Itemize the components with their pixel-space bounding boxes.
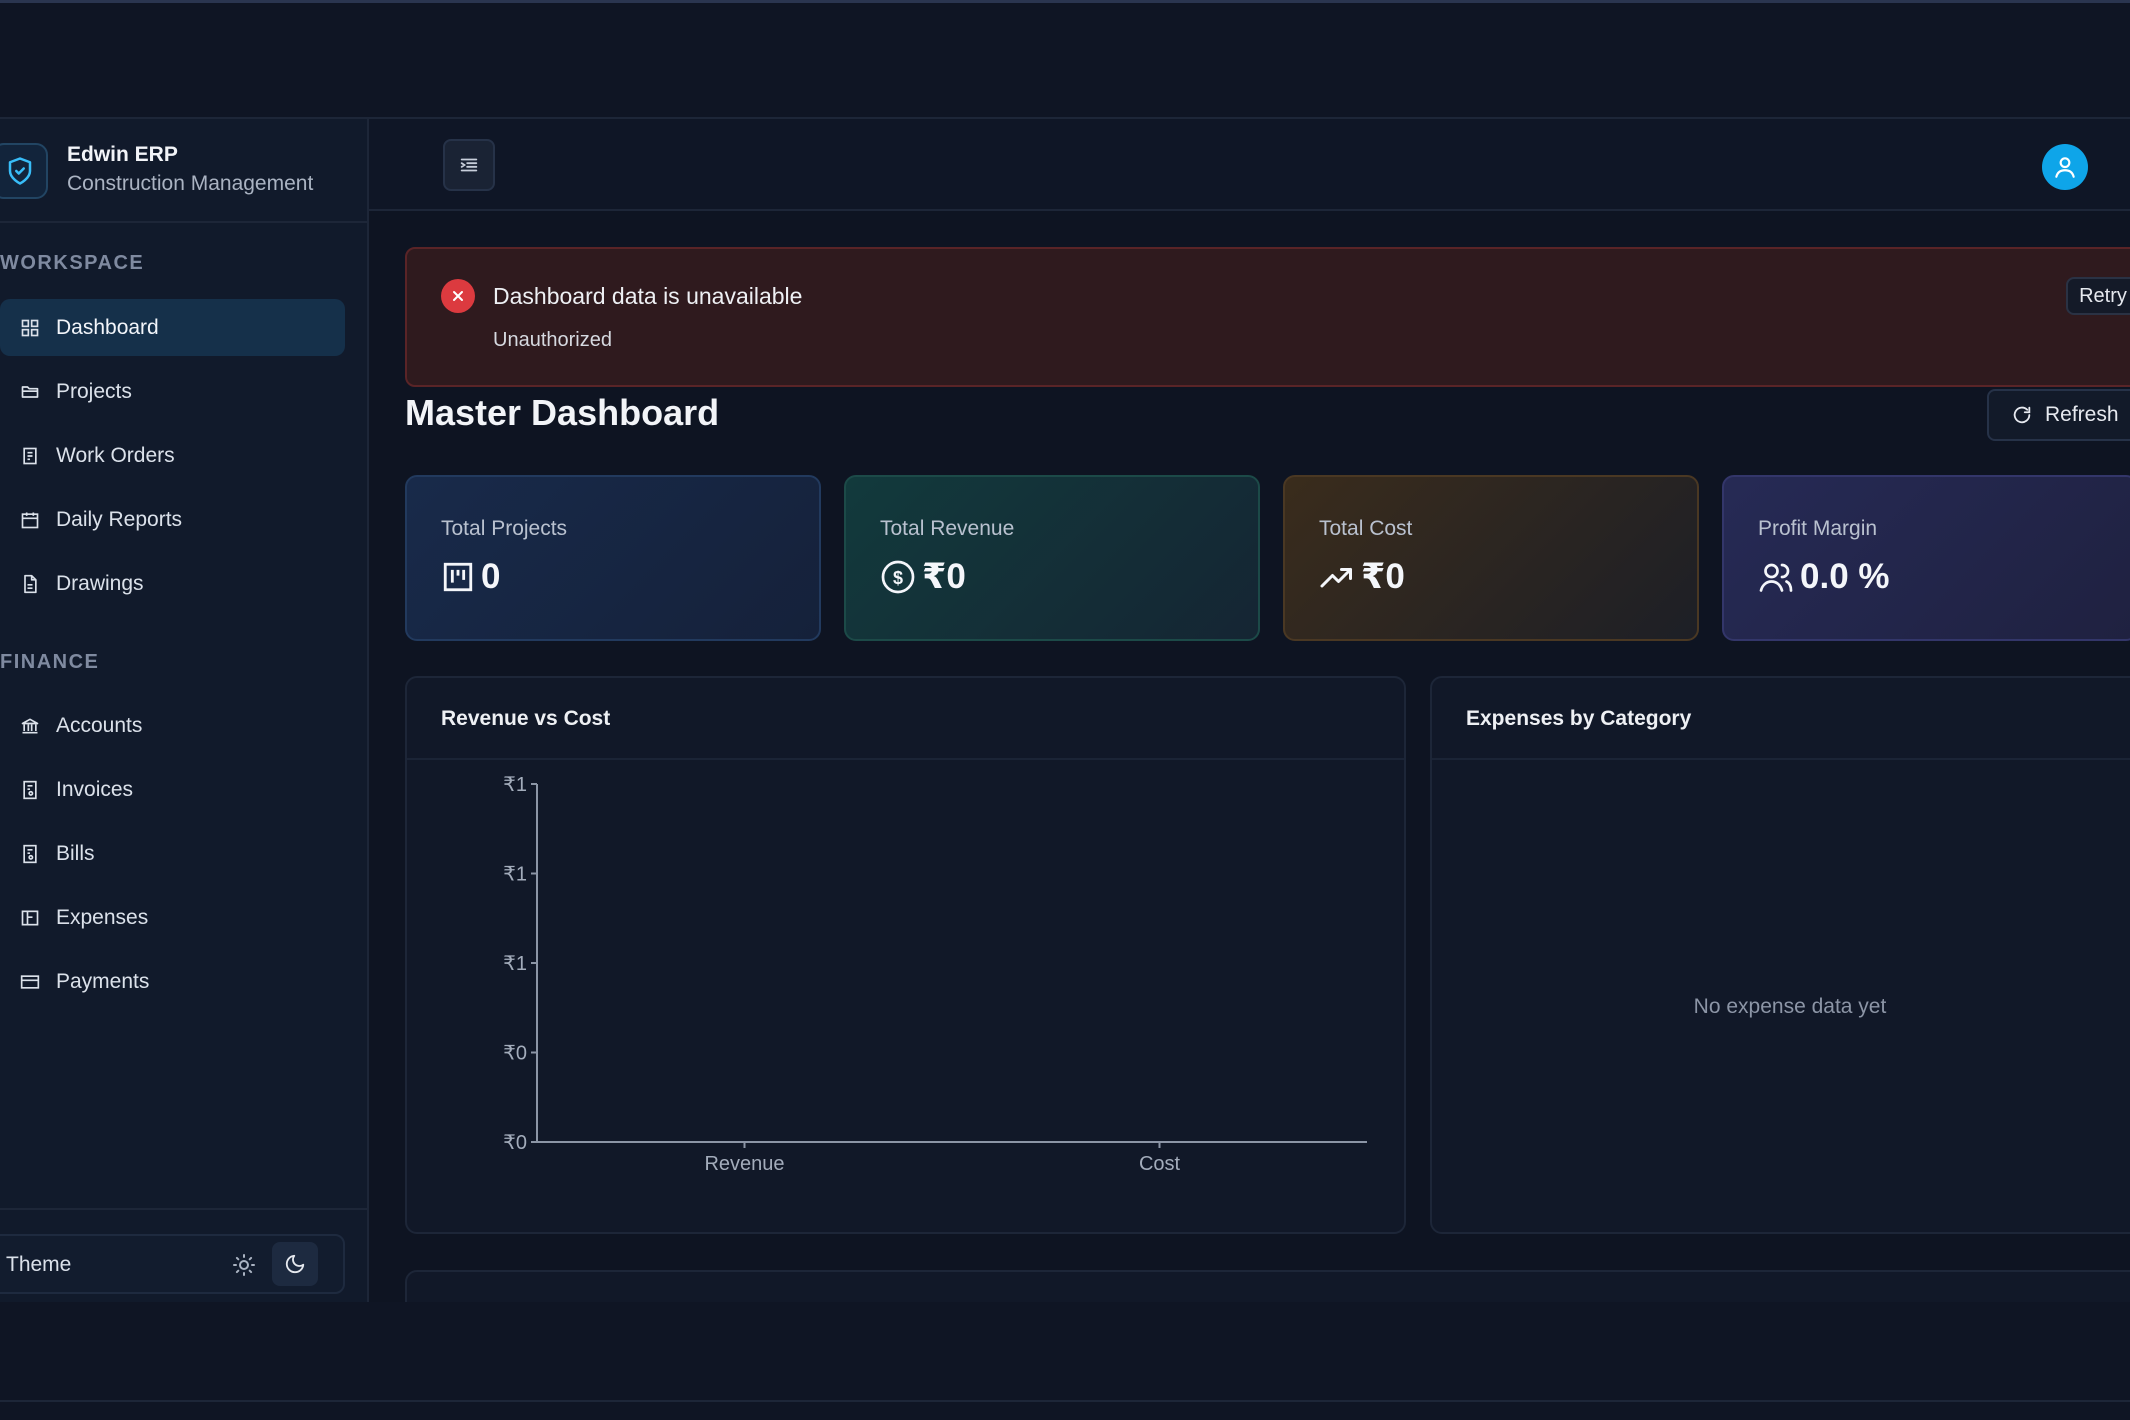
brand: Edwin ERP Construction Management: [0, 119, 367, 223]
brand-title: Edwin ERP: [67, 143, 178, 166]
alert-title: Dashboard data is unavailable: [493, 283, 803, 309]
receipt-icon: [23, 780, 37, 799]
card-icon: [20, 974, 40, 989]
dollar-circle-icon: $: [881, 560, 915, 594]
sidebar-item-label: Drawings: [56, 571, 144, 595]
retry-button[interactable]: Retry: [2066, 277, 2130, 315]
y-tick-label: ₹1: [503, 953, 527, 975]
bank-icon: [21, 718, 39, 733]
sidebar-item-label: Work Orders: [56, 443, 175, 467]
menu-collapse-icon: [460, 158, 478, 172]
stat-card-total-revenue: Total Revenue $ ₹0: [844, 475, 1260, 641]
page-title: Master Dashboard: [405, 392, 720, 433]
sidebar-item-label: Projects: [56, 379, 132, 403]
stat-value: ₹0: [922, 557, 966, 596]
top-header: [369, 119, 2130, 211]
error-alert: Dashboard data is unavailable Unauthoriz…: [405, 247, 2130, 387]
stat-label: Total Cost: [1319, 517, 1413, 540]
empty-state-text: No expense data yet: [1693, 995, 1887, 1018]
shield-check-icon: [0, 143, 48, 199]
section-label-finance: FINANCE: [0, 651, 100, 673]
trending-up-icon: [1320, 568, 1352, 588]
sidebar-item-expenses[interactable]: Expenses: [0, 889, 345, 946]
sidebar-footer: Theme: [0, 1208, 367, 1302]
sidebar: Edwin ERP Construction Management WORKSP…: [0, 119, 369, 1302]
y-tick-label: ₹1: [503, 864, 527, 886]
y-tick-label: ₹0: [503, 1043, 527, 1065]
revenue-vs-cost-panel: Revenue vs Cost ₹0 ₹0 ₹1 ₹1 ₹1 Revenue Cost: [405, 676, 1406, 1234]
stat-value: ₹0: [1361, 557, 1405, 596]
sidebar-item-label: Bills: [56, 841, 95, 865]
stat-card-profit-margin: Profit Margin 0.0 %: [1722, 475, 2130, 641]
error-icon: [441, 279, 475, 313]
main-content: Dashboard data is unavailable Unauthoriz…: [369, 211, 2130, 1330]
bottom-backdrop: [0, 1302, 2130, 1420]
sidebar-item-label: Accounts: [56, 713, 143, 737]
user-avatar-button[interactable]: [2042, 144, 2088, 190]
x-tick-label: Revenue: [704, 1153, 784, 1175]
stat-card-total-cost: Total Cost ₹0: [1283, 475, 1699, 641]
file-icon: [24, 574, 37, 593]
sidebar-item-payments[interactable]: Payments: [0, 953, 345, 1010]
panel-title: Revenue vs Cost: [441, 707, 611, 730]
sidebar-item-work-orders[interactable]: Work Orders: [0, 427, 345, 484]
moon-icon: [285, 1254, 305, 1274]
refresh-button[interactable]: Refresh: [1987, 389, 2130, 441]
wallet-icon: [21, 910, 39, 925]
top-backdrop: [0, 3, 2130, 119]
sidebar-toggle-button[interactable]: [443, 139, 495, 191]
expenses-by-category-panel: Expenses by Category No expense data yet: [1430, 676, 2130, 1234]
dark-mode-toggle[interactable]: [272, 1242, 318, 1286]
sidebar-item-label: Payments: [56, 969, 150, 993]
stat-label: Total Revenue: [880, 517, 1015, 540]
user-icon: [2055, 157, 2075, 178]
stat-label: Profit Margin: [1758, 517, 1878, 540]
folder-icon: [21, 385, 39, 398]
refresh-icon: [2013, 406, 2031, 424]
sidebar-item-accounts[interactable]: Accounts: [0, 697, 345, 754]
grid-icon: [21, 319, 39, 336]
sidebar-item-invoices[interactable]: Invoices: [0, 761, 345, 818]
sidebar-item-label: Invoices: [56, 777, 134, 801]
sidebar-item-label: Dashboard: [56, 315, 159, 339]
panel-title: Expenses by Category: [1466, 707, 1692, 730]
sidebar-item-drawings[interactable]: Drawings: [0, 555, 345, 612]
stat-label: Total Projects: [441, 517, 568, 540]
sidebar-item-daily-reports[interactable]: Daily Reports: [0, 491, 345, 548]
calendar-icon: [21, 512, 39, 528]
sidebar-item-dashboard[interactable]: Dashboard: [0, 299, 345, 356]
y-tick-label: ₹1: [503, 774, 527, 796]
stat-value: 0.0 %: [1800, 557, 1890, 596]
stat-value: 0: [481, 557, 501, 596]
brand-subtitle: Construction Management: [67, 172, 314, 195]
alert-message: Unauthorized: [493, 329, 612, 351]
theme-switcher: Theme: [0, 1234, 345, 1294]
clipboard-icon: [23, 447, 37, 464]
receipt-icon: [23, 844, 37, 863]
sidebar-item-projects[interactable]: Projects: [0, 363, 345, 420]
refresh-label: Refresh: [2045, 403, 2119, 426]
users-icon: [1759, 563, 1793, 592]
kanban-icon: [443, 562, 473, 592]
sidebar-item-label: Daily Reports: [56, 507, 183, 531]
stat-card-total-projects: Total Projects 0: [405, 475, 821, 641]
revenue-vs-cost-chart: ₹0 ₹0 ₹1 ₹1 ₹1 Revenue Cost: [503, 774, 1367, 1175]
sidebar-item-bills[interactable]: Bills: [0, 825, 345, 882]
y-tick-label: ₹0: [503, 1132, 527, 1154]
section-label-workspace: WORKSPACE: [0, 252, 145, 274]
sun-icon[interactable]: [232, 1253, 256, 1277]
theme-label: Theme: [6, 1253, 72, 1276]
x-tick-label: Cost: [1139, 1153, 1181, 1175]
svg-text:$: $: [893, 568, 903, 588]
sidebar-item-label: Expenses: [56, 905, 149, 929]
